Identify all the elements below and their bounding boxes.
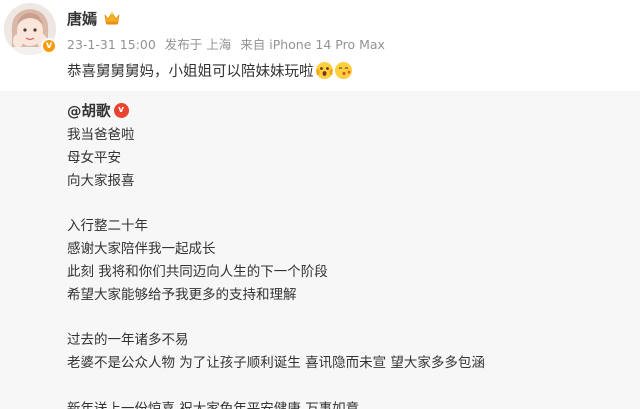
- post-date[interactable]: 23-1-31 15:00: [67, 37, 156, 52]
- repost-content: @胡歌 v 我当爸爸啦 母女平安 向大家报喜 入行整二十年 感谢大家陪伴我一起成…: [67, 100, 628, 409]
- kiss-emoji-icon: [334, 61, 352, 79]
- repost-line: 老婆不是公众人物 为了让孩子顺利诞生 喜讯隐而未宣 望大家多多包涵: [67, 354, 485, 371]
- shocked-emoji-icon: [315, 61, 333, 79]
- red-verified-icon: v: [113, 102, 129, 118]
- repost-line: 母女平安: [67, 149, 121, 166]
- repost-line: 向大家报喜: [67, 172, 135, 189]
- repost-line: 此刻 我将和你们共同迈向人生的下一个阶段: [67, 263, 328, 280]
- repost-author[interactable]: @胡歌: [67, 100, 111, 121]
- post-text-content: 恭喜舅舅舅妈，小姐姐可以陪妹妹玩啦: [67, 63, 314, 80]
- repost-line: 入行整二十年: [67, 218, 148, 235]
- name-row: 唐嫣: [67, 7, 630, 29]
- avatar[interactable]: v: [4, 3, 57, 55]
- post-header: 唐嫣 23-1-31 15:00 发布于 上海 来自 iPhone 14 Pro…: [67, 7, 630, 81]
- repost-line: 过去的一年诸多不易: [67, 332, 189, 349]
- repost-author-row: @胡歌 v: [67, 100, 628, 120]
- verified-badge-icon: v: [41, 38, 57, 54]
- repost-line: 新年送上一份惊喜 祝大家兔年平安健康 万事如意: [67, 400, 360, 409]
- post-source: 来自 iPhone 14 Pro Max: [240, 37, 385, 52]
- repost-card[interactable]: @胡歌 v 我当爸爸啦 母女平安 向大家报喜 入行整二十年 感谢大家陪伴我一起成…: [0, 91, 640, 409]
- post-location: 发布于 上海: [164, 37, 232, 52]
- post-meta: 23-1-31 15:00 发布于 上海 来自 iPhone 14 Pro Ma…: [67, 34, 630, 52]
- crown-badge-icon[interactable]: [103, 10, 121, 26]
- repost-line: 我当爸爸啦: [67, 127, 135, 143]
- post-text: 恭喜舅舅舅妈，小姐姐可以陪妹妹玩啦: [67, 59, 630, 81]
- repost-line: 希望大家能够给予我更多的支持和理解: [67, 286, 297, 303]
- user-name[interactable]: 唐嫣: [67, 8, 97, 29]
- repost-line: 感谢大家陪伴我一起成长: [67, 240, 216, 257]
